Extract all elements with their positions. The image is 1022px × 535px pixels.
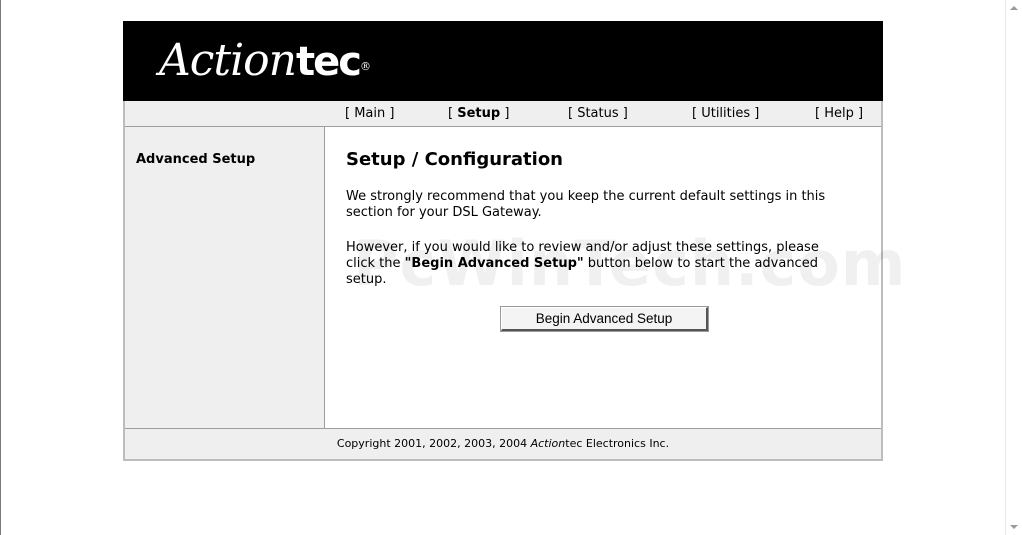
nav-setup-label: Setup — [457, 106, 501, 121]
nav-setup-open: [ — [448, 106, 458, 121]
footer-brand-italic: Action — [530, 437, 566, 450]
nav-setup[interactable]: [ Setup ] — [448, 106, 509, 121]
instruction-text: However, if you would like to review and… — [346, 240, 846, 288]
nav-main[interactable]: [ Main ] — [345, 106, 394, 121]
registered-mark: ® — [359, 60, 371, 73]
top-navigation: [ Main ] [ Setup ] [ Status ] [ Utilitie… — [125, 101, 881, 127]
sidebar-title: Advanced Setup — [136, 152, 256, 167]
copyright-text: Copyright 2001, 2002, 2003, 2004 — [336, 437, 531, 450]
recommendation-text: We strongly recommend that you keep the … — [346, 189, 826, 220]
header-banner: Actiontec® — [123, 21, 883, 101]
sidebar: Advanced Setup — [125, 127, 325, 428]
nav-status[interactable]: [ Status ] — [568, 106, 628, 121]
router-admin-page: Actiontec® [ Main ] [ Setup ] [ Status ]… — [123, 21, 905, 461]
instruction-text-bold: "Begin Advanced Setup" — [404, 256, 584, 271]
vertical-scrollbar[interactable] — [1005, 0, 1022, 535]
footer: Copyright 2001, 2002, 2003, 2004 Actiont… — [125, 428, 881, 459]
logo-tec-text: tec — [296, 39, 362, 85]
nav-setup-close: ] — [500, 106, 510, 121]
page-title: Setup / Configuration — [346, 149, 563, 170]
footer-brand-rest: tec Electronics Inc. — [565, 437, 670, 450]
nav-help[interactable]: [ Help ] — [815, 106, 863, 121]
scroll-down-icon[interactable] — [1010, 525, 1018, 529]
main-content: PcWinTech.com Setup / Configuration We s… — [325, 127, 905, 428]
begin-advanced-setup-button[interactable]: Begin Advanced Setup — [500, 306, 709, 332]
logo-action-text: Action — [159, 35, 297, 86]
scroll-up-icon[interactable] — [1010, 6, 1018, 10]
nav-utilities[interactable]: [ Utilities ] — [692, 106, 759, 121]
actiontec-logo: Actiontec® — [159, 35, 371, 86]
